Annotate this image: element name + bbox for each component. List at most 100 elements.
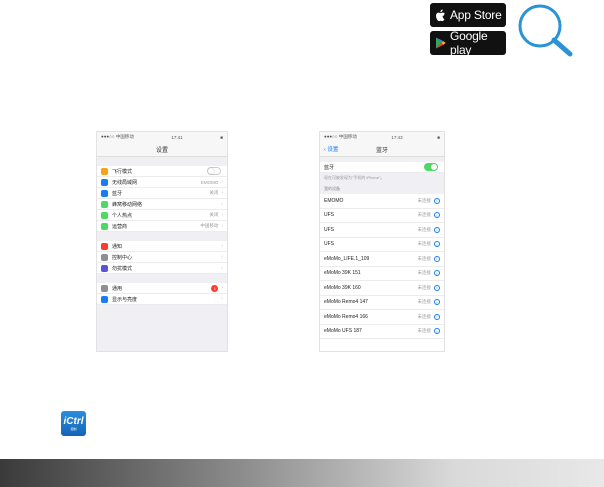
ictrl-app-icon[interactable]: iCtrl 控制 <box>61 411 86 436</box>
status-bar: ●●●○○ 中国移动 17:41 ■ <box>97 132 227 142</box>
device-row[interactable]: eMoMo_LIFE.1_109 未连接 i <box>320 252 444 267</box>
chevron-right-icon: › <box>221 265 223 271</box>
device-row[interactable]: eMoMo Remo4 147 未连接 i <box>320 295 444 310</box>
device-name: UFS <box>324 212 334 219</box>
device-status: 未连接 <box>417 313 432 319</box>
setting-icon <box>101 167 108 175</box>
battery-icon: ■ <box>437 134 440 140</box>
info-icon[interactable]: i <box>434 328 440 335</box>
settings-row[interactable]: 无线局域网 EMOMO › <box>97 177 227 188</box>
settings-screenshot: ●●●○○ 中国移动 17:41 ■ 设置 飞行模式 无线局域网 EMOMO › 蓝牙关… <box>96 131 228 352</box>
page-title: 蓝牙 <box>375 147 388 154</box>
info-icon[interactable]: i <box>434 299 440 306</box>
device-row[interactable]: eMoMo Remo4 166 未连接 i <box>320 310 444 325</box>
airplane-mode-toggle[interactable] <box>207 167 221 175</box>
device-name: EMOMO <box>324 197 344 204</box>
app-icon-name: iCtrl <box>63 415 84 427</box>
setting-label: 无线局域网 <box>112 179 138 186</box>
chevron-right-icon: › <box>221 296 223 302</box>
carrier-label: ●●●○○ 中国移动 <box>324 134 357 139</box>
info-icon[interactable]: i <box>434 241 440 248</box>
setting-value: 关闭 <box>209 212 219 217</box>
setting-label: 通知 <box>112 243 123 250</box>
page-title: 设置 <box>155 147 168 154</box>
settings-row[interactable]: 通用 1 › <box>97 283 227 294</box>
device-row[interactable]: UFS 未连接 i <box>320 223 444 238</box>
device-row[interactable]: eMoMo UFS 187 未连接 i <box>320 324 444 339</box>
device-row[interactable]: eMoMo 39K 151 未连接 i <box>320 266 444 281</box>
setting-icon <box>101 242 108 250</box>
setting-icon <box>101 264 108 272</box>
setting-icon <box>101 253 108 261</box>
app-store-label: App Store <box>450 8 502 22</box>
carrier-label: ●●●○○ 中国移动 <box>101 134 134 139</box>
my-devices-header: 我的设备 <box>320 183 444 194</box>
device-row[interactable]: UFS 未连接 i <box>320 237 444 252</box>
settings-row[interactable]: 飞行模式 <box>97 166 227 177</box>
back-label: 设置 <box>327 147 339 153</box>
info-icon[interactable]: i <box>434 270 440 277</box>
chevron-right-icon: › <box>221 285 223 291</box>
device-status: 未连接 <box>417 212 432 218</box>
chevron-right-icon: › <box>221 190 223 196</box>
device-name: eMoMo UFS 187 <box>324 328 362 335</box>
settings-row[interactable]: 通知 › <box>97 241 227 252</box>
settings-row[interactable]: 蓝牙 关闭 › <box>97 188 227 199</box>
bluetooth-toggle[interactable] <box>424 163 438 171</box>
device-status: 未连接 <box>417 197 432 203</box>
info-icon[interactable]: i <box>434 226 440 233</box>
device-row[interactable]: eMoMo 39K 160 未连接 i <box>320 281 444 296</box>
setting-value: EMOMO <box>200 179 219 185</box>
battery-icon: ■ <box>220 134 223 140</box>
settings-row[interactable]: 个人热点 关闭 › <box>97 210 227 221</box>
back-button[interactable]: ‹ 设置 <box>324 145 338 153</box>
device-name: eMoMo 39K 151 <box>324 270 361 277</box>
device-status: 未连接 <box>417 226 432 232</box>
setting-label: 运营商 <box>112 223 128 230</box>
settings-row[interactable]: 运营商 中国移动 › <box>97 221 227 232</box>
time-label: 17:41 <box>171 134 183 140</box>
google-play-badge[interactable]: Google play <box>430 29 506 57</box>
device-name: eMoMo Remo4 147 <box>324 299 368 306</box>
device-name: UFS <box>324 241 334 248</box>
setting-label: 勿扰模式 <box>112 265 133 272</box>
device-row[interactable]: EMOMO 未连接 i <box>320 194 444 209</box>
info-icon[interactable]: i <box>434 313 440 320</box>
setting-icon <box>101 284 108 292</box>
chevron-right-icon: › <box>221 201 223 207</box>
setting-icon <box>101 211 108 219</box>
chevron-right-icon: › <box>221 243 223 249</box>
device-status: 未连接 <box>417 284 432 290</box>
discoverable-note: 现在可被发现为"手机的 iPhone"。 <box>320 173 444 183</box>
setting-label: 通用 <box>112 285 123 292</box>
time-label: 17:43 <box>391 134 403 140</box>
app-store-badge[interactable]: App Store <box>430 3 506 27</box>
settings-row[interactable]: 蜂窝移动网络 › <box>97 199 227 210</box>
settings-row[interactable]: 勿扰模式 › <box>97 263 227 274</box>
setting-label: 控制中心 <box>112 254 133 261</box>
device-row[interactable]: UFS 未连接 i <box>320 208 444 223</box>
magnifier-icon <box>518 4 573 57</box>
setting-icon <box>101 189 108 197</box>
status-bar: ●●●○○ 中国移动 17:43 ■ <box>320 132 444 142</box>
chevron-right-icon: › <box>221 223 223 229</box>
setting-icon <box>101 178 108 186</box>
setting-icon <box>101 222 108 230</box>
device-status: 未连接 <box>417 255 432 261</box>
setting-icon <box>101 295 108 303</box>
chevron-right-icon: › <box>221 179 223 185</box>
device-status: 未连接 <box>417 270 432 276</box>
device-status: 未连接 <box>417 328 432 334</box>
notification-badge: 1 <box>211 284 219 292</box>
info-icon[interactable]: i <box>434 197 440 204</box>
settings-row[interactable]: 控制中心 › <box>97 252 227 263</box>
info-icon[interactable]: i <box>434 255 440 262</box>
info-icon[interactable]: i <box>434 284 440 291</box>
nav-bar: 设置 <box>97 142 227 157</box>
device-name: eMoMo 39K 160 <box>324 284 361 291</box>
device-status: 未连接 <box>417 241 432 247</box>
info-icon[interactable]: i <box>434 212 440 219</box>
setting-value: 关闭 <box>209 190 219 195</box>
device-list: EMOMO 未连接 i UFS 未连接 i UFS 未连接 i UFS 未连接 i eMoMo_LIFE… <box>320 194 444 339</box>
settings-row[interactable]: 显示与亮度 › <box>97 294 227 305</box>
